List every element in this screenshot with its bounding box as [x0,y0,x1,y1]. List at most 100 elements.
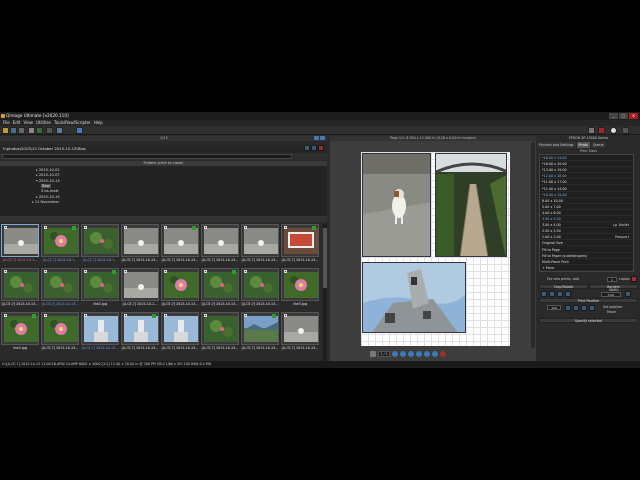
print-size-item[interactable]: 4.00 x 6.00 [540,210,633,216]
thumbnail-frame[interactable] [161,312,199,345]
zoom-in-icon[interactable] [392,351,398,357]
thumbnail-frame[interactable] [281,224,319,257]
thumbnail-cell[interactable]: [A,CE,7] 2015-10-13... [240,224,280,265]
thumbnail-frame[interactable] [1,224,39,257]
preview-scrollbar[interactable] [531,142,535,348]
printer-name[interactable]: EPSON XP-15000 Series [537,136,640,141]
thumbnail-cell[interactable]: [A,CE,7] 2015-10-13... [120,224,160,265]
border-color-icon[interactable] [625,291,631,297]
thumbnail-cell[interactable]: [A,CE,7] 2015-10-13... [200,268,240,309]
thumbnail-image[interactable] [44,316,78,342]
maximize-button[interactable]: □ [619,113,628,119]
select-checkbox-icon[interactable] [124,270,127,273]
tab-printers-settings[interactable]: Printers and Settings [537,142,577,148]
thumbnail-image[interactable] [244,228,278,254]
flip-icon[interactable] [565,291,571,297]
thumbnail-frame[interactable] [161,224,199,257]
power-icon[interactable] [622,127,629,134]
position-up-icon[interactable] [565,305,571,311]
delete-icon[interactable] [631,276,637,282]
thumbnail-cell[interactable]: [A,CE,7] 2015-10-13... [240,268,280,309]
refresh-icon[interactable] [36,127,43,134]
tree-arrow-icon[interactable]: ▾ [36,179,38,183]
thumbnail-cell[interactable]: [A,CE,7] 2015-10-1... [80,224,120,265]
thumbnail-frame[interactable] [161,268,199,301]
print-size-item[interactable]: 5.00 x 7.00 [540,204,633,210]
border-width-input[interactable]: 0.00 [601,292,621,297]
tree-item[interactable]: Raw [40,183,51,188]
tab-prints[interactable]: Prints [576,142,591,148]
stop-icon[interactable] [598,127,605,134]
thumbnail-frame[interactable] [41,224,79,257]
print-size-item[interactable]: 2.00 x 2.00 Passport [540,234,633,241]
thumbnail-frame[interactable] [281,268,319,301]
thumbnail-frame[interactable] [241,224,279,257]
tree-item[interactable]: ▸2015-10-07 [36,173,60,177]
thumbnail-image[interactable] [84,228,118,254]
edit-icon[interactable] [28,127,35,134]
thumbnail-frame[interactable] [81,312,119,345]
thumbnail-image[interactable] [124,228,158,254]
thumbnail-image[interactable] [4,228,38,254]
thumbnail-image[interactable] [124,316,158,342]
select-checkbox-icon[interactable] [4,226,7,229]
select-checkbox-icon[interactable] [244,314,247,317]
tree-item[interactable]: ▸2015-10-15 [36,195,60,199]
tree-arrow-icon[interactable]: ▸ [32,200,34,204]
tree-item[interactable]: ▸11 November [32,200,59,204]
zoom-input[interactable]: 100 [547,305,561,310]
crop-rotate-bar[interactable]: Crop/Rotate [539,284,588,289]
thumbnail-image[interactable] [44,228,78,254]
thumbnail-cell[interactable]: [A,CE,7] 2015-10-13... [160,312,200,353]
thumbnail-frame[interactable] [1,268,39,301]
tree-item[interactable]: ▾2015-10-13 [36,179,60,183]
print-photo-dog[interactable] [362,153,431,257]
print-size-item[interactable]: 8.00 x 10.00 [540,198,633,204]
tree-arrow-icon[interactable]: ▸ [36,173,38,177]
filter-input[interactable] [2,154,292,159]
thumbnail-frame[interactable] [41,268,79,301]
specify-selected-bar[interactable]: Specify selected [539,318,638,323]
print-size-item[interactable]: *11.00 x 17.00 [540,179,633,186]
thumbnail-image[interactable] [164,272,198,298]
thumbnail-frame[interactable] [121,312,159,345]
thumbnail-image[interactable] [84,316,118,342]
scrollbar-thumb[interactable] [323,228,327,288]
window-icon[interactable] [56,127,63,134]
nav-next-icon[interactable] [320,136,325,140]
thumbnail-image[interactable] [204,316,238,342]
thumbnail-cell[interactable]: [A,CE,7] 2015-10-13... [80,312,120,353]
thumbnail-cell[interactable]: [A,CE,7] 2015-10-13... [200,312,240,353]
select-checkbox-icon[interactable] [204,270,207,273]
thumbnail-image[interactable] [4,316,38,342]
thumbnail-image[interactable] [84,272,118,298]
thumbnail-cell[interactable]: [A,CE,7] 2015-10-13... [280,224,320,265]
thumbnail-image[interactable] [4,272,38,298]
thumbnail-cell[interactable]: [A,CE,7] 2015-10-13... [160,268,200,309]
select-checkbox-icon[interactable] [204,226,207,229]
select-checkbox-icon[interactable] [84,270,87,273]
thumbnail-frame[interactable] [241,268,279,301]
thumbnail-image[interactable] [164,228,198,254]
first-page-icon[interactable] [370,351,376,357]
open-folder-icon[interactable] [2,127,9,134]
select-checkbox-icon[interactable] [284,314,287,317]
thumbnail-image[interactable] [124,272,158,298]
minimize-button[interactable]: _ [609,113,618,119]
print-size-item[interactable]: *11.00 x 14.00 [540,186,633,192]
thumbnail-frame[interactable] [81,224,119,257]
thumbnail-frame[interactable] [241,312,279,345]
thumbnail-frame[interactable] [41,312,79,345]
nav-prev-icon[interactable] [314,136,319,140]
zoom-out-icon[interactable] [400,351,406,357]
position-down-icon[interactable] [573,305,579,311]
page-selector[interactable]: 1 / 1 [378,351,390,357]
thumbnail-cell[interactable]: line2.jpg [0,312,40,353]
thumbnail-frame[interactable] [201,224,239,257]
thumbnail-cell[interactable]: [A,CE,7] 2015-10-13... [40,312,80,353]
select-checkbox-icon[interactable] [204,314,207,317]
folder-up-icon[interactable] [304,145,310,151]
select-checkbox-icon[interactable] [284,270,287,273]
rotate-left-icon[interactable] [549,291,555,297]
help-icon[interactable] [610,127,617,134]
